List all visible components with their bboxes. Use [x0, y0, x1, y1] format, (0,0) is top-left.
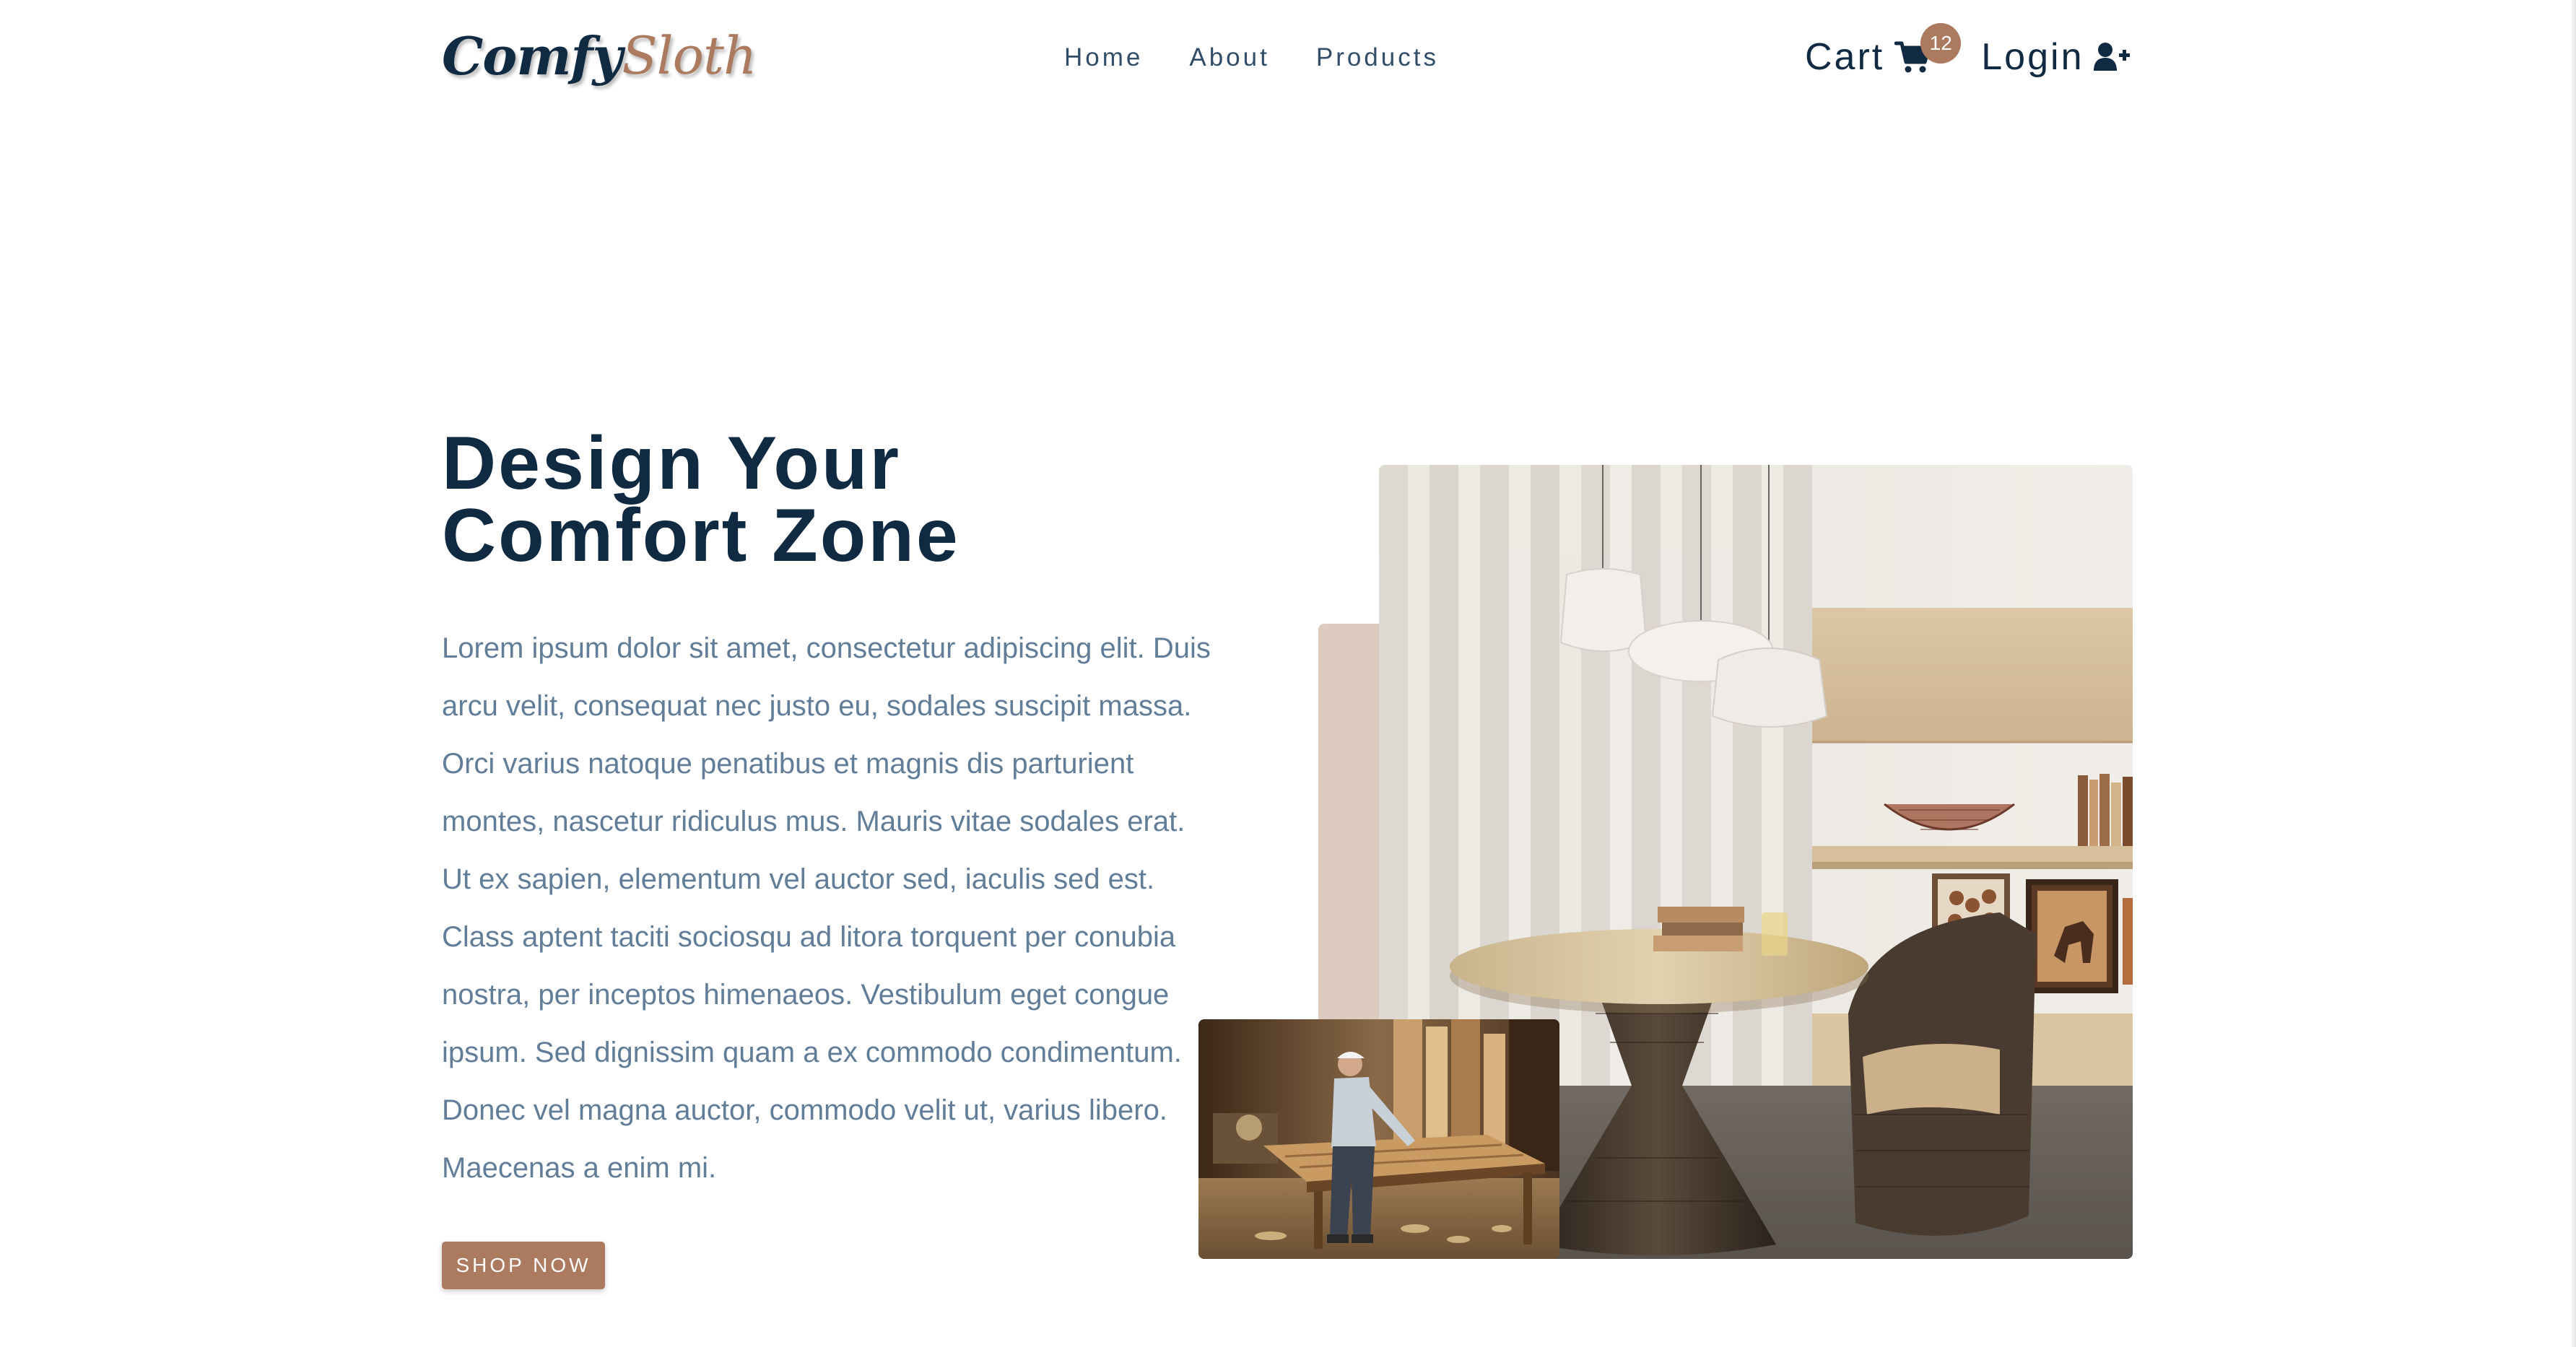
login-button[interactable]: Login	[1981, 35, 2131, 79]
login-label: Login	[1981, 36, 2084, 78]
page: Comfy Sloth Home About Products Cart 12 L…	[0, 0, 2576, 1347]
cart-label: Cart	[1805, 36, 1885, 78]
shop-now-button[interactable]: SHOP NOW	[442, 1242, 605, 1289]
hero-title-line-2: Comfort Zone	[442, 494, 960, 577]
shopping-cart-icon: 12	[1894, 23, 1962, 74]
hero-secondary-image	[1198, 1019, 1559, 1259]
nav-link-about[interactable]: About	[1189, 43, 1269, 72]
logo[interactable]: Comfy Sloth	[442, 16, 757, 95]
cart-count-badge: 12	[1920, 23, 1962, 64]
user-plus-icon	[2094, 42, 2131, 72]
logo-text-sloth: Sloth	[622, 25, 757, 86]
nav-link-home[interactable]: Home	[1064, 43, 1143, 72]
hero-title: Design Your Comfort Zone	[442, 426, 1236, 573]
page-edge-shadow	[2572, 0, 2576, 1347]
cart-button[interactable]: Cart 12	[1805, 23, 1962, 79]
logo-text-comfy: Comfy	[442, 25, 622, 87]
nav-actions: Cart 12 Login	[1805, 23, 2131, 90]
main-nav: Home About Products	[1064, 36, 1439, 79]
hero-description: Lorem ipsum dolor sit amet, consectetur …	[442, 632, 1211, 1184]
hero-title-line-1: Design Your	[442, 422, 901, 505]
nav-link-products[interactable]: Products	[1316, 43, 1439, 72]
